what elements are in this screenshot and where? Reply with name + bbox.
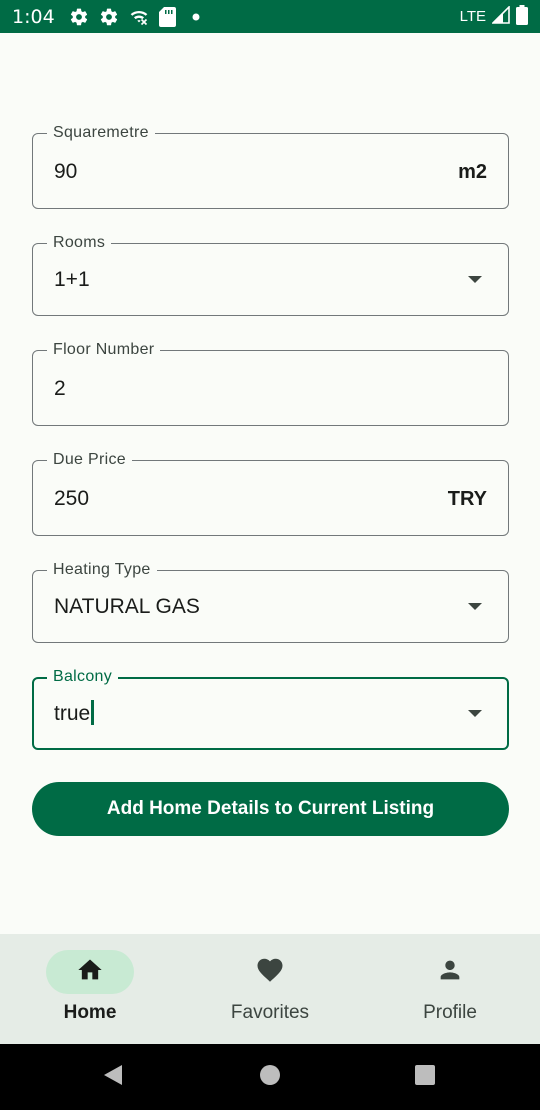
nav-label-home: Home [63,1002,117,1023]
balcony-label: Balcony [47,668,119,686]
due-price-value: 250 [54,487,90,510]
rooms-value: 1+1 [54,268,90,291]
rooms-dropdown[interactable]: Rooms 1+1 [32,234,509,316]
signal-icon [491,4,510,28]
heating-type-dropdown[interactable]: Heating Type NATURAL GAS [32,561,509,643]
status-time: 1:04 [12,5,55,28]
settings-icon [99,7,119,27]
nav-label-profile: Profile [423,1002,477,1023]
chevron-down-icon[interactable] [468,603,482,610]
nav-item-favorites[interactable]: Favorites [180,934,360,1044]
settings-icon [69,7,89,27]
floor-number-value: 2 [54,377,66,400]
status-bar: 1:04 LTE [0,0,540,33]
heart-icon [255,955,285,990]
balcony-value: true [54,702,91,726]
rooms-label: Rooms [47,234,112,252]
nav-item-home[interactable]: Home [0,934,180,1044]
recents-square-icon [414,1064,436,1091]
nav-item-profile[interactable]: Profile [360,934,540,1044]
due-price-field[interactable]: Due Price 250 TRY [32,451,509,536]
recents-button[interactable] [402,1044,448,1110]
system-navigation-bar [0,1044,540,1110]
back-button[interactable] [90,1044,136,1110]
nav-active-indicator [46,950,134,994]
chevron-down-icon[interactable] [468,276,482,283]
home-system-button[interactable] [247,1044,293,1110]
squaremetre-suffix: m2 [458,161,487,183]
heating-type-label: Heating Type [47,561,157,579]
add-home-details-button[interactable]: Add Home Details to Current Listing [32,782,509,836]
heating-type-value: NATURAL GAS [54,595,200,618]
home-circle-icon [259,1064,281,1091]
due-price-label: Due Price [47,451,132,469]
floor-number-field[interactable]: Floor Number 2 [32,341,509,426]
battery-icon [516,4,528,29]
sd-card-icon [158,6,176,27]
nav-label-favorites: Favorites [230,1002,310,1023]
squaremetre-value: 90 [54,160,78,183]
balcony-value-wrapper: true [54,700,94,727]
squaremetre-label: Squaremetre [47,124,155,142]
text-cursor [91,700,94,725]
bottom-navigation: Home Favorites Profile [0,934,540,1044]
floor-number-label: Floor Number [47,341,161,359]
squaremetre-field[interactable]: Squaremetre 90 m2 [32,124,509,209]
notification-dot-icon [186,7,206,27]
chevron-down-icon[interactable] [468,710,482,717]
person-icon [436,956,464,989]
wifi-off-icon [129,7,149,27]
back-triangle-icon [102,1063,124,1092]
home-icon [76,956,104,989]
balcony-dropdown[interactable]: Balcony true [32,668,509,750]
due-price-suffix: TRY [447,488,487,510]
network-type: LTE [459,8,486,25]
